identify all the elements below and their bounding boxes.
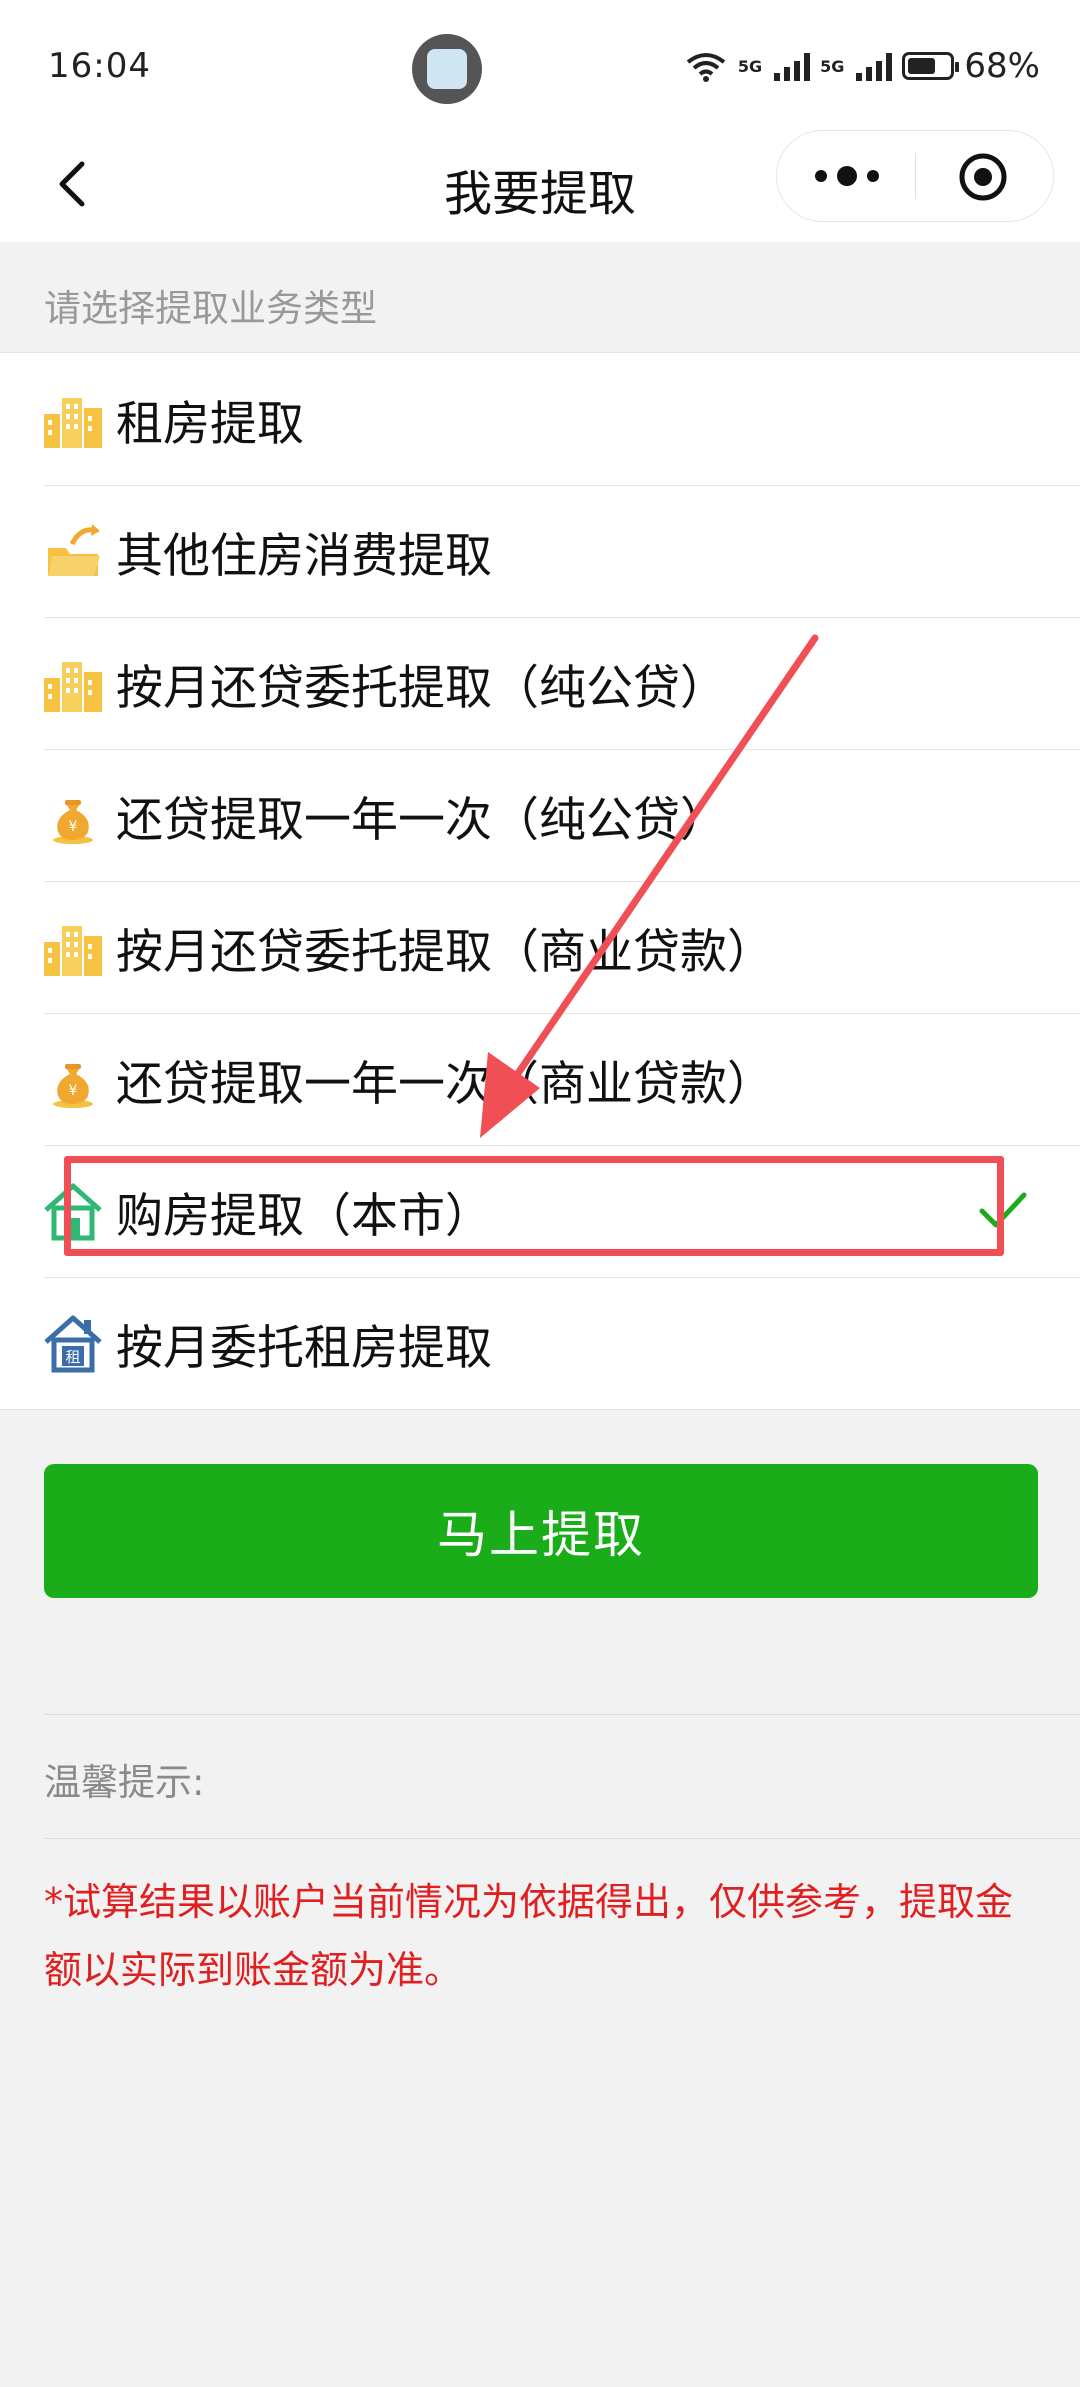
network-type-2: 5G [820, 56, 845, 76]
status-bar: 16:04 5G 5G 68% [0, 0, 1080, 136]
list-item[interactable]: ¥ 还贷提取一年一次（商业贷款） [0, 1013, 1080, 1145]
capsule-divider [915, 153, 916, 199]
list-item[interactable]: 租 按月委托租房提取 [0, 1277, 1080, 1409]
item-label: 还贷提取一年一次（商业贷款） [116, 1056, 774, 1112]
money-bag-icon: ¥ [53, 800, 93, 844]
list-item[interactable]: 按月还贷委托提取（商业贷款） [0, 881, 1080, 1013]
nav-bar: 我要提取 [0, 130, 1080, 242]
svg-text:¥: ¥ [69, 819, 78, 835]
status-time: 16:04 [48, 46, 151, 86]
close-target-icon[interactable] [957, 151, 1009, 203]
item-label: 按月还贷委托提取（纯公贷） [116, 660, 727, 716]
annotation-highlight-box [64, 1156, 1004, 1256]
tips-label: 温馨提示: [44, 1761, 205, 1804]
item-label: 还贷提取一年一次（纯公贷） [116, 792, 727, 848]
network-type-1: 5G [737, 56, 763, 76]
tips-text: *试算结果以账户当前情况为依据得出，仅供参考，提取金额以实际到账金额为准。 [44, 1880, 1014, 1992]
svg-text:¥: ¥ [69, 1083, 78, 1099]
battery-icon [902, 52, 960, 80]
item-label: 按月委托租房提取 [116, 1320, 492, 1376]
list-item[interactable]: 租房提取 [0, 353, 1080, 485]
status-indicators: 5G 5G 68% [684, 46, 1040, 86]
list-item[interactable]: 其他住房消费提取 [0, 485, 1080, 617]
app-notification-icon [412, 34, 482, 104]
money-bag-icon: ¥ [53, 1064, 93, 1108]
buildings-icon [44, 398, 102, 448]
item-label: 按月还贷委托提取（商业贷款） [116, 924, 774, 980]
buildings-icon [44, 926, 102, 976]
withdraw-now-button[interactable]: 马上提取 [44, 1464, 1038, 1598]
list-item[interactable]: 按月还贷委托提取（纯公贷） [0, 617, 1080, 749]
signal-icon-1 [774, 51, 811, 81]
svg-text:租: 租 [65, 1348, 80, 1366]
folder-arrow-icon [48, 524, 100, 576]
buildings-icon [44, 662, 102, 712]
section-label: 请选择提取业务类型 [44, 287, 377, 330]
battery-percent: 68% [964, 46, 1040, 86]
list-item[interactable]: ¥ 还贷提取一年一次（纯公贷） [0, 749, 1080, 881]
divider [44, 1838, 1080, 1839]
item-label: 租房提取 [116, 396, 304, 452]
more-icon[interactable] [815, 161, 879, 191]
house-rent-icon: 租 [44, 1315, 102, 1373]
mini-program-capsule [776, 130, 1054, 222]
wifi-icon [686, 53, 726, 82]
divider [44, 1714, 1080, 1715]
item-label: 其他住房消费提取 [116, 528, 492, 584]
signal-icon-2 [856, 51, 893, 81]
